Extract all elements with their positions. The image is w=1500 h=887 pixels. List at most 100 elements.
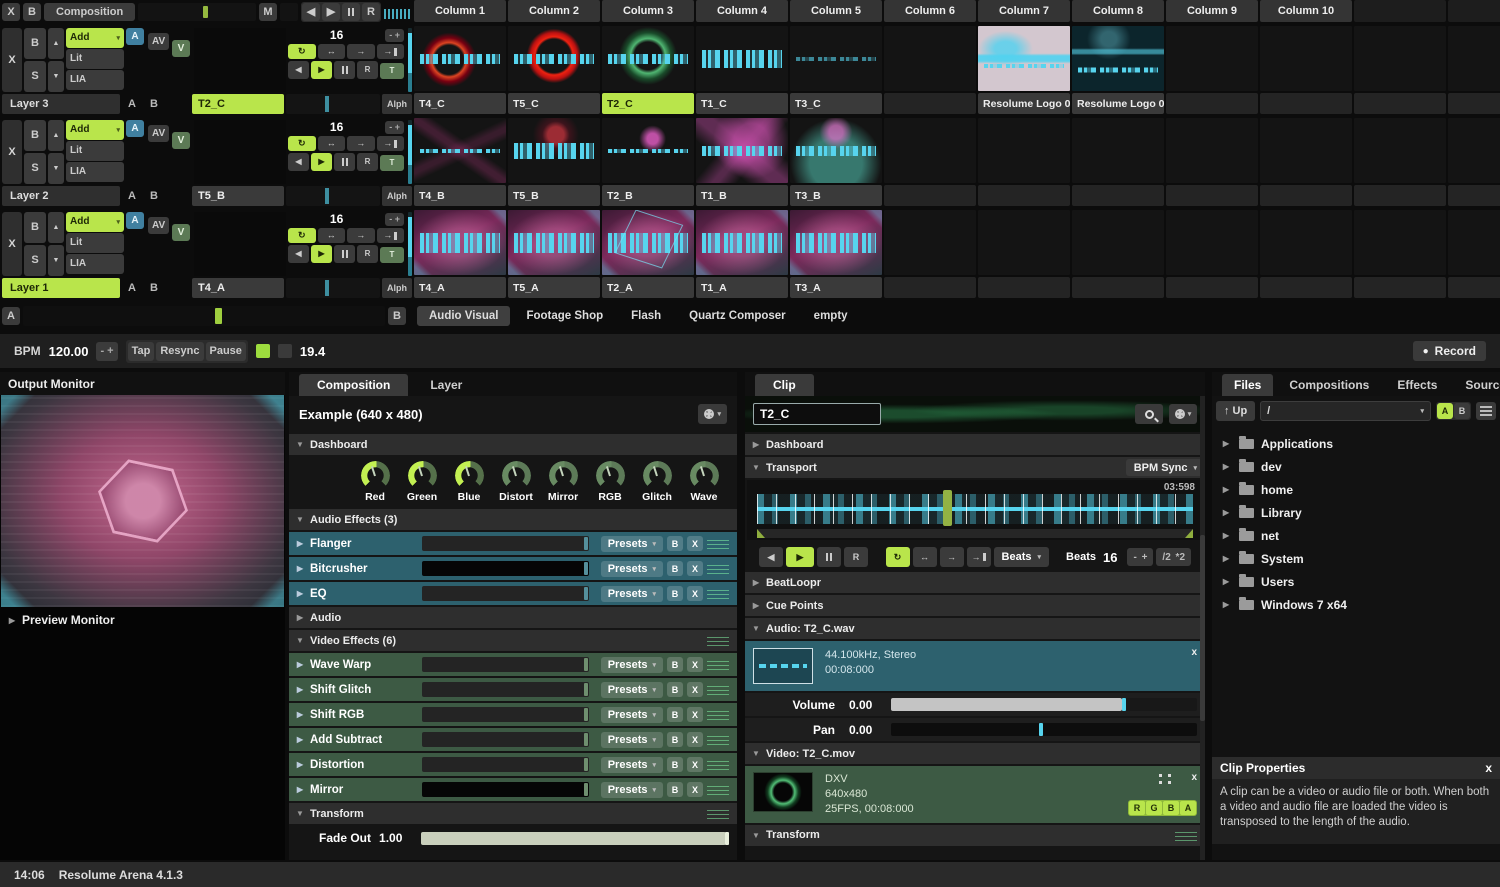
layer-clip-preview[interactable]	[194, 120, 286, 184]
clip-position-bar[interactable]	[286, 94, 380, 114]
clip-name[interactable]: Resolume Logo 002	[978, 93, 1070, 114]
browser-tab[interactable]: Effects	[1385, 374, 1449, 396]
clip-name[interactable]: T4_A	[414, 277, 506, 298]
effect-opacity-slider[interactable]	[422, 757, 589, 772]
clip-name[interactable]	[1448, 277, 1500, 298]
clip-name[interactable]	[1354, 93, 1446, 114]
deck-tab[interactable]: Footage Shop	[514, 306, 615, 326]
effect-bypass-button[interactable]: B	[667, 561, 683, 576]
dashboard-knob[interactable]: Blue	[452, 461, 486, 503]
effect-row[interactable]: ▶ Wave Warp Presets▾ B X	[289, 653, 737, 676]
active-clip-name[interactable]: T5_B	[192, 186, 284, 206]
clip-name[interactable]: T4_B	[414, 185, 506, 206]
folder-row[interactable]: ▶ System	[1212, 547, 1500, 570]
effect-bypass-button[interactable]: B	[667, 757, 683, 772]
deck-tab[interactable]: Flash	[619, 306, 673, 326]
tab-clip[interactable]: Clip	[755, 374, 814, 396]
loop-mode-button[interactable]: ↻	[288, 136, 316, 151]
speed-marker[interactable]	[203, 6, 208, 18]
layer-bypass-button[interactable]: B	[24, 120, 46, 151]
effect-remove-button[interactable]: X	[687, 707, 703, 722]
clip-slot[interactable]: T5_C	[508, 26, 600, 114]
clip-name[interactable]: T2_A	[602, 277, 694, 298]
close-icon[interactable]: x	[1485, 761, 1492, 775]
drag-handle-icon[interactable]	[1175, 830, 1197, 841]
layer-prev-button[interactable]: ◀	[288, 153, 309, 171]
clip-name[interactable]: Resolume Logo 001	[1072, 93, 1164, 114]
clip-dashboard-header[interactable]: ▶ Dashboard	[745, 434, 1205, 455]
beats-minus-plus[interactable]: - +	[385, 29, 404, 42]
clip-slot[interactable]	[1354, 210, 1446, 298]
effect-remove-button[interactable]: X	[687, 757, 703, 772]
clip-name[interactable]: T2_B	[602, 185, 694, 206]
clip-name[interactable]	[884, 185, 976, 206]
clip-slot[interactable]	[1448, 26, 1500, 114]
blend-lia-select[interactable]: LIA	[66, 254, 124, 274]
prev-column-button[interactable]: ◀	[302, 3, 320, 21]
clip-slot[interactable]	[1166, 26, 1258, 114]
clip-slot[interactable]	[1354, 118, 1446, 206]
clip-name[interactable]	[978, 277, 1070, 298]
bounce-mode-button[interactable]: ↔	[318, 136, 346, 151]
clip-slot[interactable]	[1448, 210, 1500, 298]
pan-value[interactable]: 0.00	[835, 723, 891, 737]
clip-name[interactable]	[1166, 185, 1258, 206]
clip-slot[interactable]: T4_B	[414, 118, 506, 206]
layer-name[interactable]: Layer 1	[2, 278, 120, 298]
clip-name-input[interactable]: T2_C	[753, 403, 881, 425]
crossfader-assign-b[interactable]: B	[144, 278, 164, 298]
blend-lit-select[interactable]: Lit	[66, 141, 124, 161]
effect-remove-button[interactable]: X	[687, 782, 703, 797]
layer-pause-button[interactable]	[334, 61, 355, 79]
effect-row[interactable]: ▶ Flanger Presets▾ B X	[289, 532, 737, 555]
folder-row[interactable]: ▶ Windows 7 x64	[1212, 593, 1500, 616]
effect-remove-button[interactable]: X	[687, 536, 703, 551]
alpha-button[interactable]: Alph	[382, 278, 412, 298]
browser-tab[interactable]: Sources	[1453, 374, 1500, 396]
loop-mode-button[interactable]: ↻	[288, 44, 316, 59]
presets-dropdown[interactable]: Presets▾	[601, 732, 663, 748]
folder-row[interactable]: ▶ net	[1212, 524, 1500, 547]
remove-audio-button[interactable]: x	[1191, 647, 1197, 658]
video-toggle[interactable]: V	[172, 224, 190, 241]
bounce-mode-button[interactable]: ↔	[318, 44, 346, 59]
pause-button[interactable]: Pause	[206, 342, 246, 361]
column-header[interactable]: Column 3	[602, 0, 694, 22]
effect-remove-button[interactable]: X	[687, 657, 703, 672]
clip-name[interactable]: T3_B	[790, 185, 882, 206]
effect-opacity-slider[interactable]	[422, 586, 589, 601]
drag-handle-icon[interactable]	[707, 588, 729, 599]
audio-section-header[interactable]: ▶ Audio	[289, 607, 737, 628]
clip-slot[interactable]	[1166, 118, 1258, 206]
folder-row[interactable]: ▶ Library	[1212, 501, 1500, 524]
master-button[interactable]: M	[259, 3, 277, 21]
column-header[interactable]: Column 7	[978, 0, 1070, 22]
active-clip-name[interactable]: T4_A	[192, 278, 284, 298]
crossfader-a-button[interactable]: A	[2, 307, 20, 325]
clip-name[interactable]	[1260, 185, 1352, 206]
layer-resync-button[interactable]: R	[357, 245, 378, 263]
clip-name[interactable]	[1166, 277, 1258, 298]
clip-name[interactable]: T3_C	[790, 93, 882, 114]
blend-mode-select[interactable]: Add▾	[66, 212, 124, 232]
column-header[interactable]: Column 4	[696, 0, 788, 22]
layer-beats-value[interactable]: 16	[288, 212, 385, 226]
clip-slot[interactable]	[1354, 26, 1446, 114]
deck-b-toggle[interactable]: B	[1454, 403, 1470, 419]
effect-remove-button[interactable]: X	[687, 682, 703, 697]
audio-file-header[interactable]: ▼ Audio: T2_C.wav	[745, 618, 1205, 639]
presets-dropdown[interactable]: Presets▾	[601, 782, 663, 798]
list-view-icon[interactable]	[1476, 402, 1496, 420]
path-dropdown[interactable]: /▾	[1260, 401, 1431, 421]
clip-transform-header[interactable]: ▼ Transform	[745, 825, 1205, 846]
blend-mode-select[interactable]: Add▾	[66, 120, 124, 140]
pause-button[interactable]	[342, 3, 360, 21]
effect-opacity-slider[interactable]	[422, 657, 589, 672]
layer-play-button[interactable]: ▶	[311, 61, 332, 79]
clip-loop-button[interactable]: ↻	[886, 547, 910, 567]
audiovisual-toggle[interactable]: AV	[148, 33, 169, 50]
layer-beats-value[interactable]: 16	[288, 120, 385, 134]
clip-play-button[interactable]: ▶	[786, 547, 814, 567]
folder-row[interactable]: ▶ dev	[1212, 455, 1500, 478]
clip-name[interactable]: T3_A	[790, 277, 882, 298]
